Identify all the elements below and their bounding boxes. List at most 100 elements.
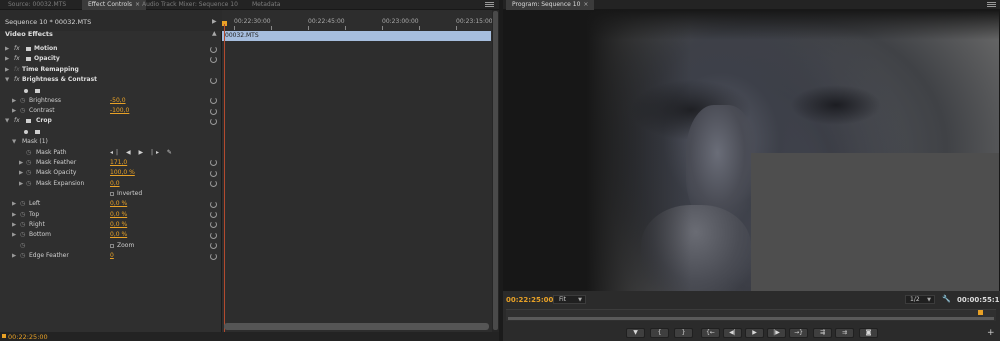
expand-triangle-icon[interactable]: ▶ xyxy=(5,44,9,55)
tab-audio-track-mixer[interactable]: Audio Track Mixer: Sequence 10 xyxy=(136,0,244,10)
panel-menu-icon[interactable] xyxy=(987,2,996,8)
wrench-icon[interactable]: 🔧 xyxy=(942,295,951,303)
effect-row[interactable] xyxy=(0,127,222,138)
mini-timeline[interactable] xyxy=(506,309,996,321)
reset-icon[interactable] xyxy=(210,45,217,53)
reset-icon[interactable] xyxy=(210,221,217,229)
time-ruler[interactable]: 00:22:30:00 00:22:45:00 00:23:00:00 00:2… xyxy=(222,10,493,30)
stopwatch-icon[interactable]: ◷ xyxy=(20,251,25,262)
param-value[interactable]: -50,0 xyxy=(110,96,126,107)
reset-icon[interactable] xyxy=(210,169,217,177)
zoom-select[interactable]: Fit ▼ xyxy=(553,295,586,304)
expand-triangle-icon[interactable]: ▶ xyxy=(19,158,23,169)
motion-icon[interactable] xyxy=(26,57,31,62)
effect-row[interactable]: ▶ ◷ Top 0,0 % xyxy=(0,210,222,221)
stopwatch-icon[interactable]: ◷ xyxy=(20,241,25,252)
expand-triangle-icon[interactable]: ▶ xyxy=(5,54,9,65)
expand-triangle-icon[interactable]: ▶ xyxy=(12,96,16,107)
effect-row[interactable]: ▼ fx Brightness & Contrast xyxy=(0,75,222,86)
ellipse-mask-icon[interactable] xyxy=(24,130,28,135)
param-value[interactable]: 0,0 % xyxy=(110,230,127,241)
fx-icon[interactable]: fx xyxy=(14,54,20,65)
effect-row[interactable]: ▶ ◷ Mask Opacity 100,0 % xyxy=(0,168,222,179)
reset-icon[interactable] xyxy=(210,55,217,63)
playhead-marker[interactable] xyxy=(978,310,983,315)
motion-icon[interactable] xyxy=(26,47,31,51)
reset-icon[interactable] xyxy=(210,242,217,250)
effect-row[interactable]: ▼ Mask (1) xyxy=(0,137,222,148)
ec-timeline[interactable]: 00:22:30:00 00:22:45:00 00:23:00:00 00:2… xyxy=(222,10,493,332)
stopwatch-icon[interactable]: ◷ xyxy=(20,106,25,117)
stopwatch-icon[interactable]: ◷ xyxy=(20,210,25,221)
ellipse-mask-icon[interactable] xyxy=(24,88,28,93)
expand-triangle-icon[interactable]: ▶ xyxy=(19,179,23,190)
effect-row[interactable]: ▶ ◷ Edge Feather 0 xyxy=(0,251,222,262)
reset-icon[interactable] xyxy=(210,180,217,188)
overwrite-button[interactable]: ⇉ xyxy=(835,328,854,338)
fx-icon[interactable]: fx xyxy=(14,75,20,86)
reset-icon[interactable] xyxy=(210,211,217,219)
effect-row[interactable]: ▶ fx Time Remapping xyxy=(0,65,222,76)
effect-row[interactable]: ▶ ◷ Right 0,0 % xyxy=(0,220,222,231)
param-value[interactable]: 100,0 % xyxy=(110,168,135,179)
param-value[interactable]: -100,0 xyxy=(110,106,129,117)
effect-row[interactable]: ▶ ◷ Contrast -100,0 xyxy=(0,106,222,117)
reset-icon[interactable] xyxy=(210,252,217,260)
effect-row[interactable]: Inverted xyxy=(0,189,222,200)
mask-name[interactable]: Mask (1) xyxy=(22,137,48,148)
mask-track-buttons[interactable]: ◂| ◀ ▶ |▸ ✎ xyxy=(110,148,175,159)
program-video-frame[interactable] xyxy=(503,10,1000,291)
close-icon[interactable]: × xyxy=(583,1,588,8)
inverted-checkbox[interactable] xyxy=(110,192,114,197)
param-value[interactable]: 0,0 % xyxy=(110,210,127,221)
timeline-scrollbar[interactable] xyxy=(224,323,489,330)
collapse-arrow-icon[interactable]: ▲ xyxy=(212,30,217,37)
expand-triangle-icon[interactable]: ▶ xyxy=(12,210,16,221)
stopwatch-icon[interactable]: ◷ xyxy=(26,158,31,169)
crop-icon[interactable] xyxy=(26,119,31,124)
param-value[interactable]: 0,0 xyxy=(110,179,120,190)
mini-timeline-bar[interactable] xyxy=(508,317,994,320)
step-forward-button[interactable]: |▶ xyxy=(767,328,786,338)
param-value[interactable]: 171,0 xyxy=(110,158,127,169)
reset-icon[interactable] xyxy=(210,117,217,125)
insert-button[interactable]: ⇶ xyxy=(813,328,832,338)
play-button[interactable]: ▶ xyxy=(745,328,764,338)
effect-row[interactable]: ▶ fx Opacity xyxy=(0,54,222,65)
effect-row[interactable]: ◷ Zoom xyxy=(0,241,222,252)
effect-row[interactable]: ▶ ◷ Left 0,0 % xyxy=(0,199,222,210)
panel-menu-icon[interactable] xyxy=(485,2,494,8)
stopwatch-icon[interactable]: ◷ xyxy=(26,179,31,190)
expand-triangle-icon[interactable]: ▶ xyxy=(12,220,16,231)
fx-icon[interactable]: fx xyxy=(14,44,20,55)
stopwatch-icon[interactable]: ◷ xyxy=(20,230,25,241)
fx-icon[interactable]: fx xyxy=(14,116,20,127)
expand-triangle-icon[interactable]: ▶ xyxy=(12,251,16,262)
clip-bar[interactable]: 00032.MTS xyxy=(222,31,491,41)
go-to-out-button[interactable]: →} xyxy=(789,328,808,338)
play-arrow-icon[interactable]: ▶ xyxy=(212,18,217,25)
go-to-in-button[interactable]: {← xyxy=(701,328,720,338)
effect-row[interactable]: ▶ fx Motion xyxy=(0,44,222,55)
stopwatch-icon[interactable]: ◷ xyxy=(26,148,31,159)
rectangle-mask-icon[interactable] xyxy=(35,130,40,135)
reset-icon[interactable] xyxy=(210,107,217,115)
resolution-select[interactable]: 1/2 ▼ xyxy=(905,295,935,304)
collapse-triangle-icon[interactable]: ▼ xyxy=(12,137,16,148)
reset-icon[interactable] xyxy=(210,76,217,84)
tab-metadata[interactable]: Metadata xyxy=(246,0,286,10)
reset-icon[interactable] xyxy=(210,159,217,167)
reset-icon[interactable] xyxy=(210,231,217,239)
stopwatch-icon[interactable]: ◷ xyxy=(20,96,25,107)
ec-timecode[interactable]: 00:22:25:00 xyxy=(8,333,48,341)
stopwatch-icon[interactable]: ◷ xyxy=(20,220,25,231)
rectangle-mask-icon[interactable] xyxy=(35,88,40,93)
reset-icon[interactable] xyxy=(210,200,217,208)
stopwatch-icon[interactable]: ◷ xyxy=(20,199,25,210)
add-button[interactable]: + xyxy=(987,328,995,338)
expand-triangle-icon[interactable]: ▶ xyxy=(19,168,23,179)
param-value[interactable]: 0,0 % xyxy=(110,199,127,210)
add-marker-button[interactable]: ▼ xyxy=(626,328,645,338)
effect-row[interactable]: ▶ ◷ Bottom 0,0 % xyxy=(0,230,222,241)
effect-row[interactable]: ▶ ◷ Mask Expansion 0,0 xyxy=(0,179,222,190)
